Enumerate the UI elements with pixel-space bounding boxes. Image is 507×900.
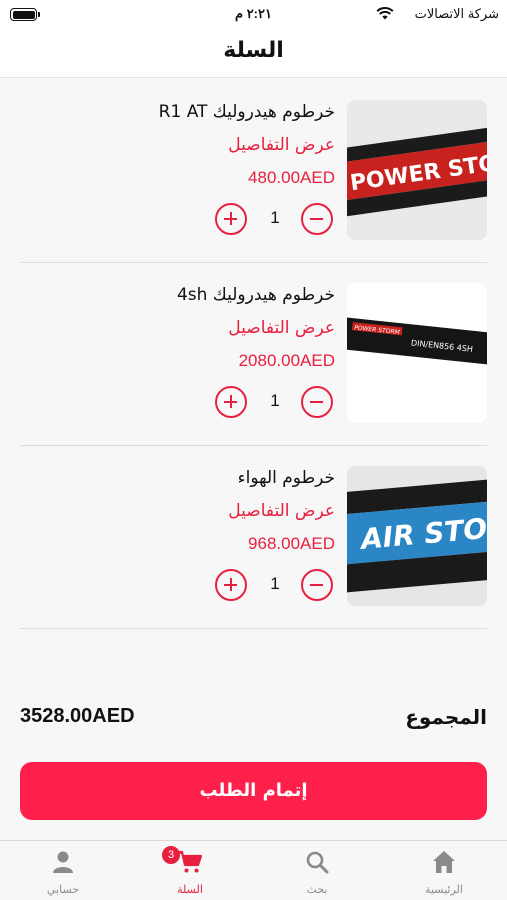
carrier-name: شركة الاتصالات [414, 6, 499, 21]
product-name: خرطوم هيدروليك R1 AT [158, 102, 335, 122]
product-image[interactable]: POWER STOR [347, 100, 487, 240]
total-value: 3528.00AED [20, 705, 135, 727]
product-image[interactable]: POWER STORM DIN/EN856 4SH [347, 283, 487, 423]
wifi-icon [376, 7, 394, 20]
increase-quantity-button[interactable] [215, 386, 247, 418]
cart-item: POWER STORM DIN/EN856 4SH خرطوم هيدروليك… [20, 283, 487, 445]
decrease-quantity-button[interactable] [301, 386, 333, 418]
tab-account[interactable]: حسابي [0, 841, 126, 900]
divider [20, 628, 487, 629]
home-icon [433, 851, 455, 873]
decrease-quantity-button[interactable] [301, 203, 333, 235]
product-price: 2080.00AED [238, 351, 335, 370]
product-price: 968.00AED [248, 534, 335, 553]
tab-search[interactable]: بحث [254, 841, 380, 900]
quantity-value: 1 [270, 208, 280, 227]
quantity-value: 1 [270, 391, 280, 410]
tab-home-label: الرئيسية [425, 883, 463, 896]
decrease-quantity-button[interactable] [301, 569, 333, 601]
user-icon [53, 851, 73, 873]
total-label: المجموع [405, 705, 487, 729]
status-bar: ٢:٢١ م شركة الاتصالات [0, 0, 507, 30]
cart-item: POWER STOR خرطوم هيدروليك R1 AT عرض التف… [20, 100, 487, 262]
view-details-link[interactable]: عرض التفاصيل [228, 135, 335, 155]
navigation-bar: السلة [0, 30, 507, 78]
cart-item: AIR STO خرطوم الهواء عرض التفاصيل 968.00… [20, 466, 487, 628]
product-image[interactable]: AIR STO [347, 466, 487, 606]
cart-count-badge: 3 [162, 846, 180, 864]
increase-quantity-button[interactable] [215, 569, 247, 601]
product-price: 480.00AED [248, 168, 335, 187]
product-name: خرطوم هيدروليك 4sh [176, 285, 335, 305]
cart-icon [178, 850, 203, 873]
divider [20, 262, 487, 263]
page-title: السلة [223, 38, 284, 63]
increase-quantity-button[interactable] [215, 203, 247, 235]
tab-home[interactable]: الرئيسية [381, 841, 507, 900]
product-name: خرطوم الهواء [237, 468, 335, 488]
quantity-value: 1 [270, 574, 280, 593]
tab-cart-label: السلة [177, 883, 203, 896]
tab-account-label: حسابي [46, 883, 80, 896]
search-icon [306, 851, 329, 874]
tab-bar: حسابي السلة بحث الرئيسية [0, 840, 507, 900]
view-details-link[interactable]: عرض التفاصيل [228, 318, 335, 338]
view-details-link[interactable]: عرض التفاصيل [228, 501, 335, 521]
checkout-button[interactable]: إتمام الطلب [20, 762, 487, 820]
tab-search-label: بحث [306, 883, 328, 896]
divider [20, 445, 487, 446]
tab-cart[interactable]: السلة [127, 841, 253, 900]
